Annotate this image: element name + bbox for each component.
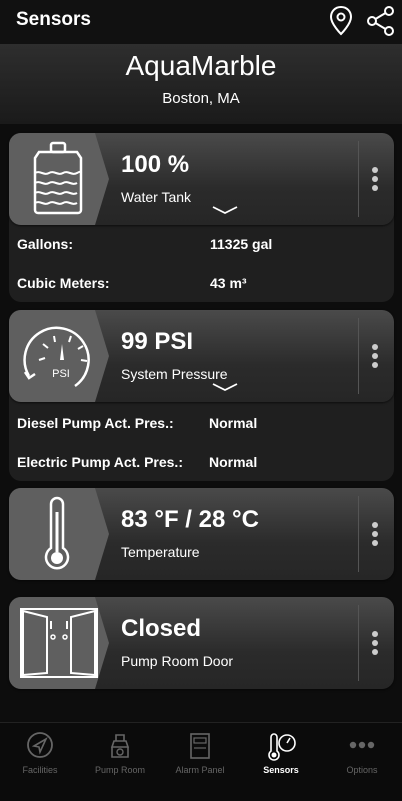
- nav-pump-room[interactable]: Pump Room: [80, 723, 160, 801]
- sensor-value: 99 PSI: [121, 328, 194, 355]
- sensor-label: Temperature: [121, 544, 200, 560]
- sensor-label: System Pressure: [121, 366, 228, 382]
- sensor-value: 83 °F / 28 °C: [121, 506, 259, 533]
- detail-label: Diesel Pump Act. Pres.:: [17, 415, 174, 431]
- sensor-label: Pump Room Door: [121, 653, 234, 669]
- nav-label: Alarm Panel: [175, 765, 225, 775]
- gauge-unit-text: PSI: [52, 368, 70, 380]
- more-menu-icon[interactable]: [369, 631, 381, 657]
- nav-options[interactable]: Options: [322, 723, 402, 801]
- icon-box: [9, 597, 109, 689]
- more-menu-icon[interactable]: [369, 344, 381, 370]
- detail-value: 11325 gal: [210, 236, 273, 252]
- pump-icon: [110, 734, 130, 758]
- water-tank-details: Gallons: 11325 gal Cubic Meters: 43 m³: [9, 214, 394, 302]
- facility-location: Boston, MA: [162, 90, 240, 107]
- nav-sensors[interactable]: Sensors: [241, 723, 321, 801]
- detail-value: 43 m³: [210, 275, 247, 291]
- facility-name: AquaMarble: [125, 50, 277, 81]
- water-tank-card[interactable]: 100 % Water Tank: [9, 133, 394, 225]
- sensor-value: Closed: [121, 615, 202, 642]
- sensors-icon: [268, 733, 296, 761]
- sensor-value: 100 %: [121, 151, 190, 178]
- alarm-panel-icon: [190, 733, 210, 759]
- facility-header: AquaMarble Boston, MA: [0, 44, 402, 124]
- icon-box: PSI: [9, 310, 109, 402]
- nav-label: Pump Room: [94, 765, 146, 775]
- more-menu-icon[interactable]: [369, 167, 381, 193]
- divider: [358, 318, 359, 394]
- nav-label: Facilities: [22, 765, 58, 775]
- divider: [358, 605, 359, 681]
- compass-icon: [27, 732, 53, 758]
- thermometer-icon: [44, 496, 70, 570]
- share-icon[interactable]: [364, 4, 398, 38]
- nav-label: Sensors: [263, 765, 299, 775]
- temperature-card[interactable]: 83 °F / 28 °C Temperature: [9, 488, 394, 580]
- detail-label: Electric Pump Act. Pres.:: [17, 454, 183, 470]
- icon-box: [9, 488, 109, 580]
- pump-room-door-card[interactable]: Closed Pump Room Door: [9, 597, 394, 689]
- bottom-nav: Facilities Pump Room Alarm Panel Sensors: [0, 722, 402, 801]
- more-menu-icon[interactable]: [369, 522, 381, 548]
- nav-label: Options: [346, 765, 378, 775]
- nav-alarm-panel[interactable]: Alarm Panel: [160, 723, 240, 801]
- water-tank-icon: [33, 141, 83, 215]
- chevron-down-icon[interactable]: [211, 382, 239, 392]
- divider: [358, 496, 359, 572]
- detail-value: Normal: [209, 454, 258, 470]
- door-icon: [20, 608, 98, 678]
- more-dots-icon: [349, 741, 375, 749]
- detail-label: Gallons:: [17, 236, 74, 252]
- sensor-label: Water Tank: [121, 189, 192, 205]
- divider: [358, 141, 359, 217]
- top-bar: Sensors: [0, 0, 402, 44]
- pressure-gauge-icon: PSI: [23, 326, 90, 388]
- detail-label: Cubic Meters:: [17, 275, 110, 291]
- system-pressure-details: Diesel Pump Act. Pres.: Normal Electric …: [9, 393, 394, 481]
- location-pin-icon[interactable]: [324, 4, 358, 38]
- detail-value: Normal: [209, 415, 258, 431]
- nav-facilities[interactable]: Facilities: [0, 723, 80, 801]
- page-title: Sensors: [16, 9, 91, 30]
- chevron-down-icon[interactable]: [211, 205, 239, 215]
- system-pressure-card[interactable]: PSI 99 PSI System Pressure: [9, 310, 394, 402]
- icon-box: [9, 133, 109, 225]
